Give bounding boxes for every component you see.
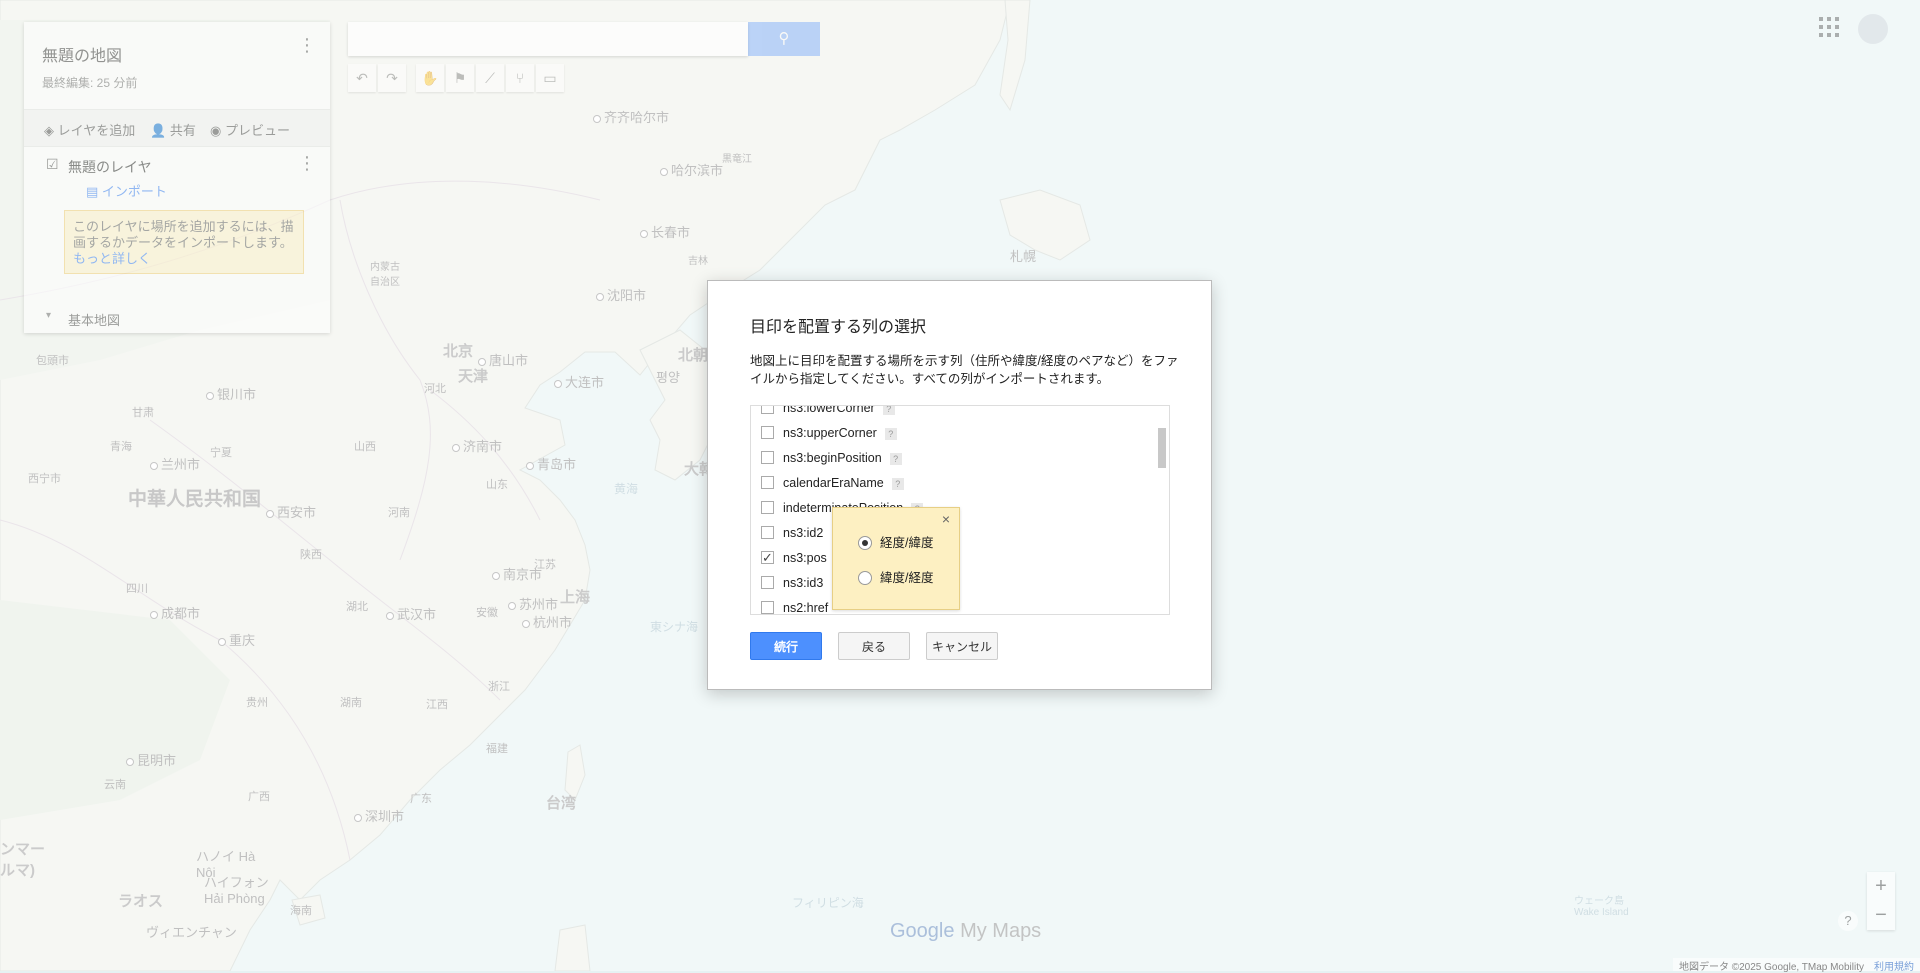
cancel-button[interactable]: キャンセル [926, 632, 998, 660]
checkbox[interactable] [761, 601, 774, 614]
search-button[interactable]: ⚲ [748, 22, 820, 56]
checkbox[interactable] [761, 501, 774, 515]
layer-toolbar: ◈ レイヤを追加 👤 共有 ◉ プレビュー [24, 109, 330, 147]
apps-grid-icon[interactable] [1819, 17, 1841, 39]
checkbox[interactable] [761, 426, 774, 440]
close-icon[interactable]: × [942, 511, 950, 527]
radio-lng-lat[interactable]: 経度/緯度 [858, 532, 933, 551]
column-option[interactable]: calendarEraName? [761, 473, 904, 493]
checkbox[interactable] [761, 476, 774, 490]
column-list[interactable]: ns3:lowerCorner? ns3:upperCorner? ns3:be… [750, 405, 1170, 615]
ruler-icon[interactable]: ▭ [536, 64, 564, 92]
help-icon[interactable]: ? [1838, 911, 1858, 931]
search-input[interactable] [348, 22, 748, 56]
chevron-down-icon[interactable]: ▾ [46, 310, 51, 321]
file-icon: ▤ [86, 184, 99, 199]
coordinate-order-popover: × 経度/緯度 緯度/経度 [832, 507, 960, 610]
column-option[interactable]: ns3:pos [761, 548, 827, 568]
zoom-controls: + − [1867, 872, 1895, 930]
search-icon: ⚲ [778, 30, 790, 47]
last-edited: 最終編集: 25 分前 [42, 76, 138, 90]
preview-button[interactable]: ◉ プレビュー [210, 120, 290, 139]
layer-title[interactable]: 無題のレイヤ [68, 157, 152, 177]
base-map-toggle[interactable]: 基本地図 [68, 310, 120, 329]
checkbox[interactable] [761, 406, 774, 415]
layer-options-icon[interactable]: ⋮ [298, 154, 316, 172]
scrollbar-thumb[interactable] [1158, 428, 1166, 468]
layer-hint: このレイヤに場所を追加するには、描画するかデータをインポートします。 もっと詳しく [64, 210, 304, 274]
map-attribution: 地図データ ©2025 Google, TMap Mobility 利用規約 [1672, 958, 1920, 973]
google-my-maps-logo: Google My Maps [890, 920, 1042, 942]
column-option[interactable]: ns3:lowerCorner? [761, 406, 895, 418]
terms-link[interactable]: 利用規約 [1874, 962, 1914, 973]
checkbox[interactable] [761, 576, 774, 590]
dialog-title: 目印を配置する列の選択 [750, 319, 927, 336]
learn-more-link[interactable]: もっと詳しく [73, 251, 151, 266]
add-layer-button[interactable]: ◈ レイヤを追加 [44, 120, 135, 139]
layers-icon: ◈ [44, 123, 54, 138]
redo-icon[interactable]: ↷ [378, 64, 406, 92]
share-button[interactable]: 👤 共有 [150, 120, 196, 139]
radio-selected[interactable] [858, 535, 872, 550]
zoom-out-button[interactable]: − [1867, 901, 1895, 930]
help-icon[interactable]: ? [882, 406, 895, 415]
hand-icon[interactable]: ✋ [416, 64, 444, 92]
column-select-dialog: 目印を配置する列の選択 地図上に目印を配置する場所を示す列（住所や緯度/経度のペ… [707, 280, 1212, 690]
column-option[interactable]: ns3:beginPosition? [761, 448, 902, 468]
add-person-icon: 👤 [150, 123, 167, 138]
column-option[interactable]: ns2:href [761, 598, 828, 614]
column-option[interactable]: ns3:upperCorner? [761, 423, 897, 443]
more-options-icon[interactable]: ⋮ [298, 36, 316, 54]
avatar[interactable] [1858, 14, 1888, 44]
layer-visibility-checkbox[interactable]: ☑ [46, 156, 59, 173]
directions-icon[interactable]: ⑂ [506, 64, 534, 92]
checkbox-checked[interactable] [761, 548, 774, 568]
map-title[interactable]: 無題の地図 [42, 42, 122, 66]
back-button[interactable]: 戻る [838, 632, 910, 660]
column-option[interactable]: ns3:id2 [761, 523, 823, 543]
dialog-description: 地図上に目印を配置する場所を示す列（住所や緯度/経度のペアなど）をファイルから指… [750, 354, 1179, 386]
map-sidebar: 無題の地図 最終編集: 25 分前 ⋮ ◈ レイヤを追加 👤 共有 ◉ プレビュ… [24, 22, 330, 333]
eye-icon: ◉ [210, 123, 222, 138]
checkbox[interactable] [761, 526, 774, 540]
zoom-in-button[interactable]: + [1867, 872, 1895, 901]
column-option[interactable]: ns3:id3 [761, 573, 823, 593]
radio-unselected[interactable] [858, 570, 872, 585]
continue-button[interactable]: 続行 [750, 632, 822, 660]
help-icon[interactable]: ? [891, 477, 904, 490]
checkbox[interactable] [761, 451, 774, 465]
help-icon[interactable]: ? [884, 427, 897, 440]
radio-lat-lng[interactable]: 緯度/経度 [858, 567, 933, 586]
map-tools: ↶ ↷ ✋ ⚑ ⟋ ⑂ ▭ [348, 64, 564, 94]
marker-icon[interactable]: ⚑ [446, 64, 474, 92]
help-icon[interactable]: ? [889, 452, 902, 465]
import-link[interactable]: ▤ インポート [86, 181, 167, 200]
undo-icon[interactable]: ↶ [348, 64, 376, 92]
draw-line-icon[interactable]: ⟋ [476, 64, 504, 92]
